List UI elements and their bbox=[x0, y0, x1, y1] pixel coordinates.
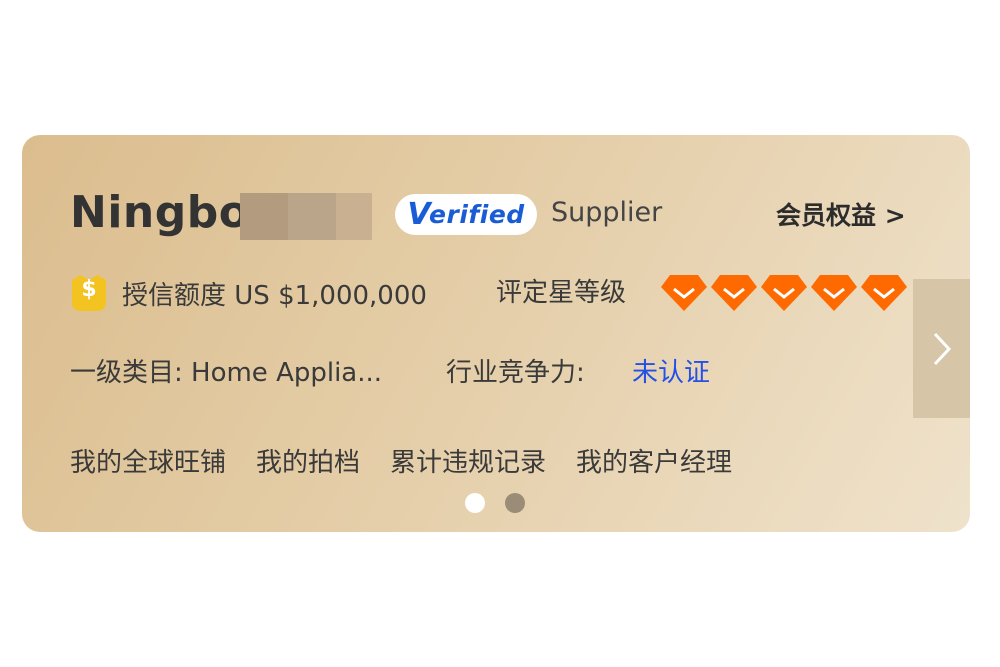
pagination-dot-active[interactable] bbox=[465, 493, 485, 513]
verified-check-icon: V bbox=[407, 197, 432, 232]
credit-row: $ 授信额度 US $1,000,000 bbox=[70, 273, 427, 313]
credit-limit-text: 授信额度 US $1,000,000 bbox=[122, 280, 427, 311]
diamond-icon bbox=[811, 275, 857, 311]
diamond-icon bbox=[661, 275, 707, 311]
global-store-link[interactable]: 我的全球旺铺 bbox=[70, 443, 226, 483]
partner-link[interactable]: 我的拍档 bbox=[256, 443, 360, 483]
supplier-label: Supplier bbox=[551, 197, 663, 228]
diamond-icon bbox=[761, 275, 807, 311]
next-slide-button[interactable] bbox=[913, 279, 970, 418]
verified-label: erified bbox=[429, 200, 525, 229]
member-card: Ningbo Verified Supplier 会员权益 > $ 授信额度 U… bbox=[22, 135, 970, 532]
violation-record-link[interactable]: 累计违规记录 bbox=[390, 443, 546, 483]
company-name: Ningbo bbox=[70, 187, 250, 238]
verified-badge: Verified bbox=[395, 194, 537, 235]
pagination-dot[interactable] bbox=[505, 493, 525, 513]
pagination-dots bbox=[465, 493, 525, 513]
rating-diamonds bbox=[660, 273, 908, 313]
coin-shield-icon: $ bbox=[70, 273, 108, 313]
diamond-icon bbox=[711, 275, 757, 311]
competitiveness-label: 行业竞争力: bbox=[446, 358, 585, 388]
chevron-right-icon bbox=[933, 332, 951, 365]
diamond-icon bbox=[861, 275, 907, 311]
competitiveness-status-link[interactable]: 未认证 bbox=[632, 353, 710, 393]
redacted-name-blur bbox=[240, 193, 372, 240]
quick-links: 我的全球旺铺 我的拍档 累计违规记录 我的客户经理 bbox=[70, 443, 732, 483]
category-text: 一级类目: Home Applia... bbox=[70, 358, 383, 388]
member-benefits-link[interactable]: 会员权益 > bbox=[776, 198, 906, 234]
rating-label: 评定星等级 bbox=[496, 278, 627, 308]
account-manager-link[interactable]: 我的客户经理 bbox=[576, 443, 732, 483]
